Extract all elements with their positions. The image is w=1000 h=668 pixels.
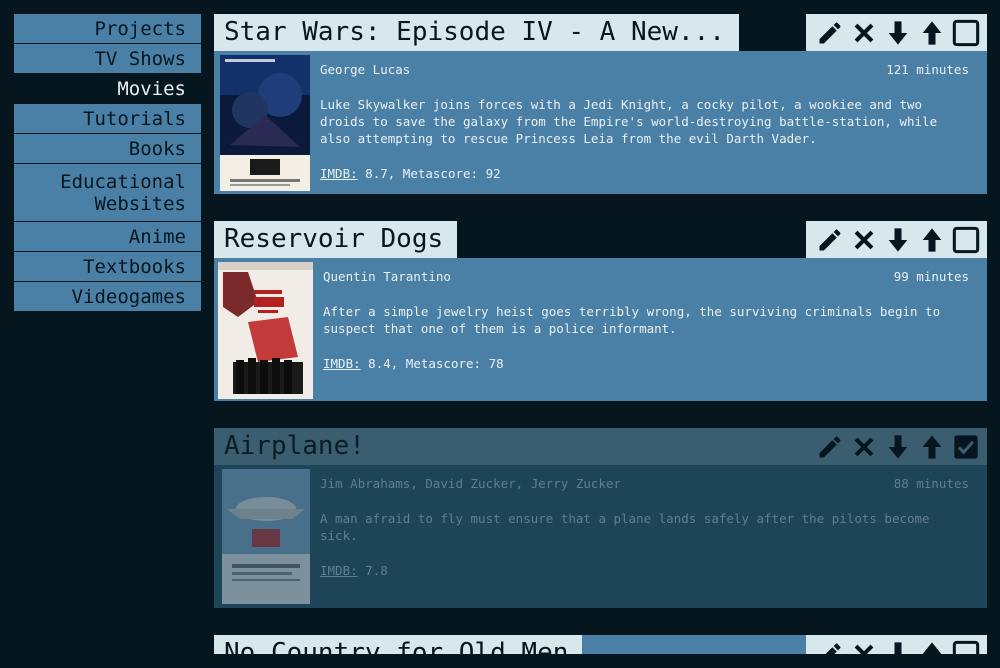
arrow-up-icon bbox=[922, 227, 942, 252]
card-header: No Country for Old Men bbox=[214, 635, 987, 654]
complete-checkbox-checked[interactable] bbox=[949, 430, 983, 464]
movie-card: Star Wars: Episode IV - A New... George … bbox=[214, 14, 987, 194]
pencil-icon bbox=[819, 435, 841, 457]
imdb-link[interactable]: IMDB: bbox=[323, 356, 361, 371]
movie-director: Jim Abrahams, David Zucker, Jerry Zucker bbox=[320, 476, 622, 491]
arrow-up-icon bbox=[922, 20, 942, 45]
nav-item-educational-websites[interactable]: Educational Websites bbox=[14, 164, 201, 222]
card-actions bbox=[806, 221, 987, 258]
move-down-button[interactable] bbox=[881, 637, 915, 654]
nav-item-projects[interactable]: Projects bbox=[14, 14, 201, 44]
edit-button[interactable] bbox=[813, 637, 847, 654]
movie-title: Star Wars: Episode IV - A New... bbox=[214, 14, 739, 51]
card-actions bbox=[806, 14, 987, 51]
imdb-link[interactable]: IMDB: bbox=[320, 563, 358, 578]
nav-item-tutorials[interactable]: Tutorials bbox=[14, 104, 201, 134]
arrow-down-icon bbox=[888, 641, 908, 654]
nav-item-textbooks[interactable]: Textbooks bbox=[14, 252, 201, 282]
nav-item-anime[interactable]: Anime bbox=[14, 222, 201, 252]
edit-button[interactable] bbox=[813, 16, 847, 50]
close-icon bbox=[854, 437, 874, 456]
checkbox-icon bbox=[952, 640, 980, 654]
movie-poster bbox=[220, 55, 310, 191]
movie-runtime: 88 minutes bbox=[893, 476, 969, 491]
edit-button[interactable] bbox=[813, 223, 847, 257]
move-down-button[interactable] bbox=[881, 223, 915, 257]
nav-item-videogames[interactable]: Videogames bbox=[14, 282, 201, 312]
sidebar: Projects TV Shows Movies Tutorials Books… bbox=[14, 14, 201, 312]
close-icon bbox=[854, 230, 874, 249]
movie-description: After a simple jewelry heist goes terrib… bbox=[323, 304, 941, 336]
move-up-button[interactable] bbox=[915, 430, 949, 464]
card-body: Jim Abrahams, David Zucker, Jerry Zucker… bbox=[214, 465, 987, 608]
poster-image bbox=[220, 55, 310, 191]
close-icon bbox=[854, 644, 874, 654]
movie-runtime: 99 minutes bbox=[893, 269, 969, 284]
card-body: Quentin Tarantino 99 minutes After a sim… bbox=[214, 258, 987, 401]
move-up-button[interactable] bbox=[915, 637, 949, 654]
move-down-button[interactable] bbox=[881, 430, 915, 464]
edit-button[interactable] bbox=[813, 430, 847, 464]
nav-label-line1: Educational bbox=[60, 171, 186, 193]
pencil-icon bbox=[825, 642, 841, 654]
delete-button[interactable] bbox=[847, 430, 881, 464]
movie-ratings: IMDB: 8.7, Metascore: 92 bbox=[320, 165, 969, 182]
movie-runtime: 121 minutes bbox=[886, 62, 969, 77]
delete-button[interactable] bbox=[847, 16, 881, 50]
arrow-down-icon bbox=[888, 227, 908, 252]
delete-button[interactable] bbox=[847, 637, 881, 654]
movie-director: Quentin Tarantino bbox=[323, 269, 451, 284]
rating-text: 8.7, Metascore: 92 bbox=[357, 166, 501, 181]
movie-ratings: IMDB: 8.4, Metascore: 78 bbox=[323, 355, 969, 372]
rating-text: 8.4, Metascore: 78 bbox=[360, 356, 504, 371]
checkbox-icon bbox=[952, 226, 980, 253]
delete-button[interactable] bbox=[847, 223, 881, 257]
nav-item-movies[interactable]: Movies bbox=[14, 74, 201, 104]
move-down-button[interactable] bbox=[881, 16, 915, 50]
card-actions bbox=[806, 635, 987, 654]
poster-image bbox=[218, 262, 313, 399]
movie-info: Jim Abrahams, David Zucker, Jerry Zucker… bbox=[314, 465, 987, 608]
complete-checkbox[interactable] bbox=[949, 223, 983, 257]
move-up-button[interactable] bbox=[915, 16, 949, 50]
complete-checkbox[interactable] bbox=[949, 16, 983, 50]
card-header: Reservoir Dogs bbox=[214, 221, 987, 258]
movie-card-completed: Airplane! Jim Abrahams, David Zucker, Je… bbox=[214, 428, 987, 608]
pencil-icon bbox=[819, 228, 841, 250]
movie-title: Reservoir Dogs bbox=[214, 221, 458, 258]
nav-item-tv-shows[interactable]: TV Shows bbox=[14, 44, 201, 74]
close-icon bbox=[854, 23, 874, 42]
card-header: Star Wars: Episode IV - A New... bbox=[214, 14, 987, 51]
movie-card: Reservoir Dogs Quentin Tarantino 99 minu… bbox=[214, 221, 987, 401]
rating-text: 7.8 bbox=[357, 563, 388, 578]
movie-description: A man afraid to fly must ensure that a p… bbox=[320, 511, 930, 543]
card-actions bbox=[806, 428, 987, 465]
movie-description: Luke Skywalker joins forces with a Jedi … bbox=[320, 97, 938, 146]
movie-poster bbox=[218, 262, 313, 399]
movie-ratings: IMDB: 7.8 bbox=[320, 562, 969, 579]
arrow-down-icon bbox=[888, 20, 908, 45]
imdb-link[interactable]: IMDB: bbox=[320, 166, 358, 181]
movie-title: No Country for Old Men bbox=[214, 635, 583, 654]
card-body: George Lucas 121 minutes Luke Skywalker … bbox=[214, 51, 987, 194]
nav-item-books[interactable]: Books bbox=[14, 134, 201, 164]
complete-checkbox[interactable] bbox=[949, 637, 983, 654]
movie-list: Star Wars: Episode IV - A New... George … bbox=[214, 14, 987, 654]
movie-info: George Lucas 121 minutes Luke Skywalker … bbox=[314, 51, 987, 194]
movie-info: Quentin Tarantino 99 minutes After a sim… bbox=[317, 258, 987, 401]
pencil-icon bbox=[819, 21, 841, 43]
arrow-up-icon bbox=[922, 641, 942, 654]
poster-image bbox=[222, 469, 310, 604]
movie-director: George Lucas bbox=[320, 62, 411, 77]
arrow-down-icon bbox=[888, 434, 908, 459]
card-header: Airplane! bbox=[214, 428, 987, 465]
checkbox-icon bbox=[952, 19, 980, 46]
nav-label-line2: Websites bbox=[94, 193, 186, 215]
movie-title: Airplane! bbox=[224, 431, 365, 461]
move-up-button[interactable] bbox=[915, 223, 949, 257]
movie-card: No Country for Old Men bbox=[214, 635, 987, 654]
movie-poster bbox=[222, 469, 310, 604]
arrow-up-icon bbox=[922, 434, 942, 459]
checkbox-checked-icon bbox=[954, 434, 978, 459]
